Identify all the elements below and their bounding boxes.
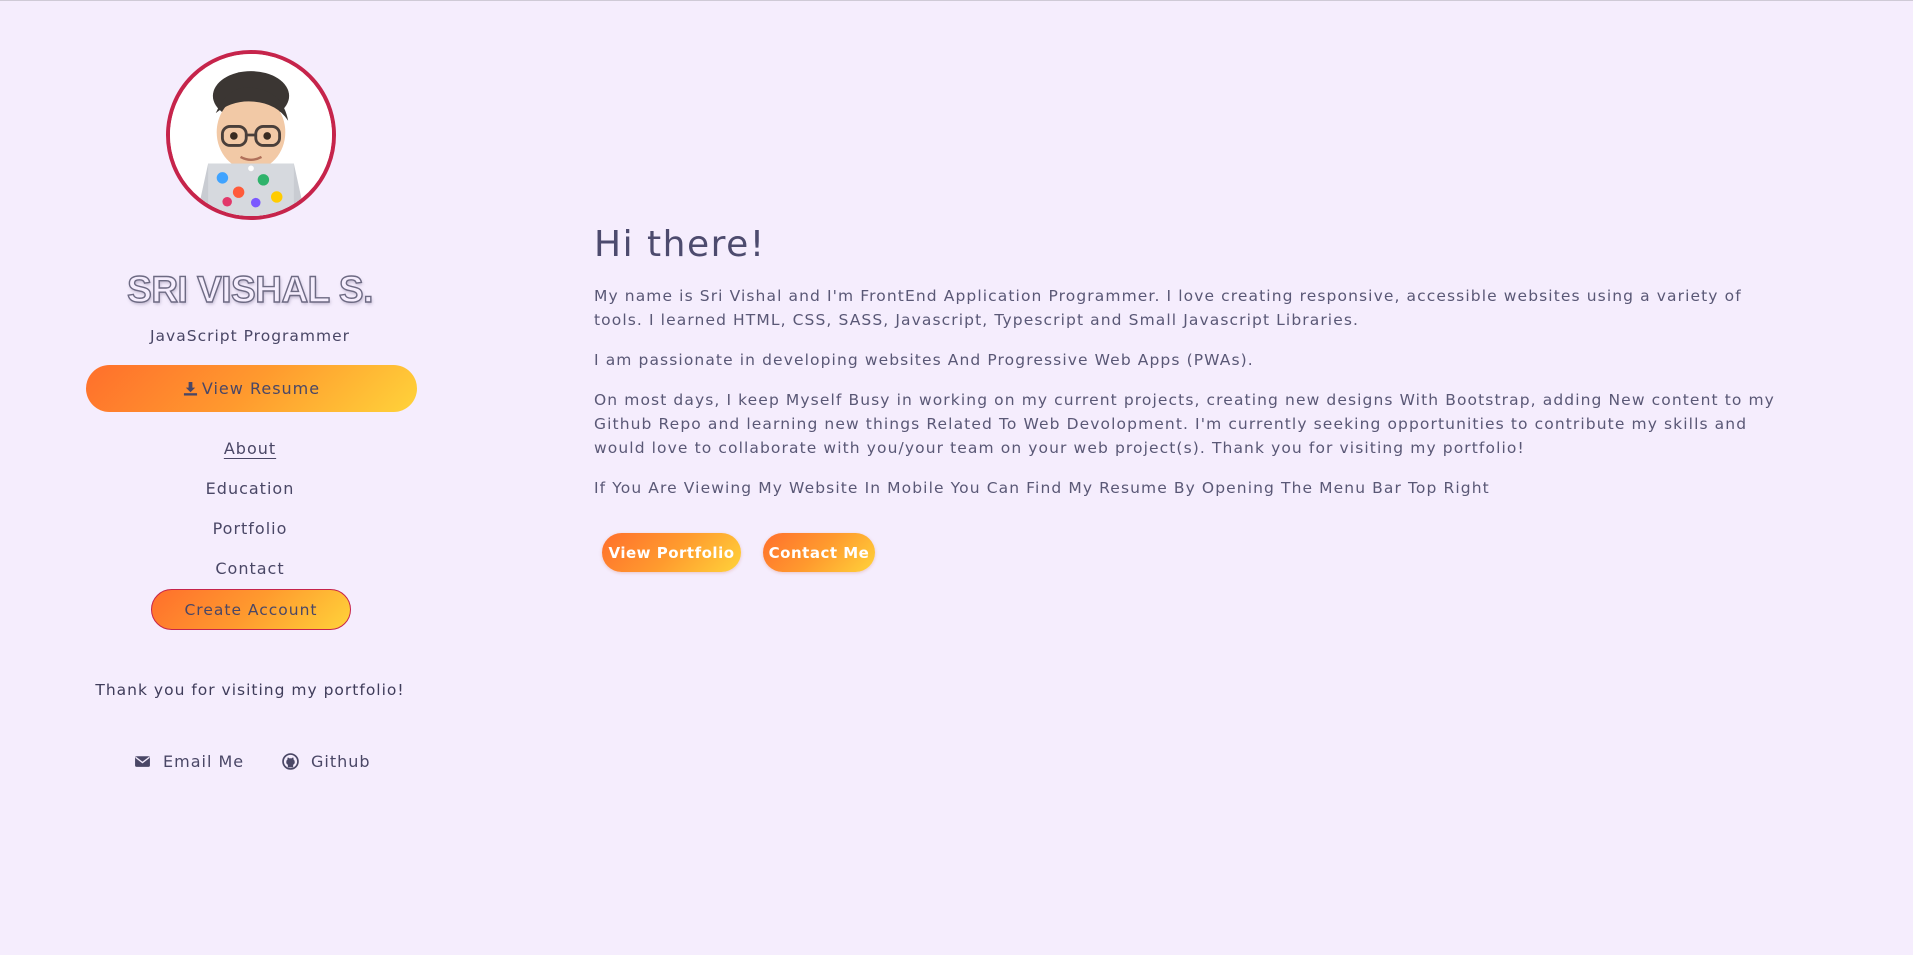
contact-me-button[interactable]: Contact Me: [763, 533, 875, 572]
profile-role: JavaScript Programmer: [149, 327, 351, 345]
view-resume-label: View Resume: [201, 379, 321, 398]
thanks-message: Thank you for visiting my portfolio!: [95, 681, 405, 699]
github-link[interactable]: Github: [282, 752, 371, 771]
avatar: [166, 50, 336, 220]
greeting-heading: Hi there!: [594, 224, 766, 265]
github-label: Github: [311, 752, 371, 771]
sidebar: SRI VISHAL S. JavaScript Programmer View…: [0, 1, 500, 955]
create-account-button[interactable]: Create Account: [151, 589, 351, 630]
daily-paragraph: On most days, I keep Myself Busy in work…: [594, 391, 1775, 457]
email-me-label: Email Me: [163, 752, 245, 771]
envelope-icon: [135, 756, 150, 767]
github-icon: [282, 753, 299, 770]
email-me-link[interactable]: Email Me: [134, 752, 244, 771]
nav-item-education: Education: [0, 479, 500, 498]
profile-name: SRI VISHAL S.: [126, 268, 374, 310]
intro-paragraph: My name is Sri Vishal and I'm FrontEnd A…: [594, 287, 1742, 329]
nav-link-portfolio[interactable]: Portfolio: [213, 519, 288, 538]
view-resume-button[interactable]: View Resume: [86, 365, 417, 412]
mobile-hint-paragraph: If You Are Viewing My Website In Mobile …: [594, 479, 1490, 497]
nav-link-about[interactable]: About: [224, 439, 276, 458]
view-portfolio-button[interactable]: View Portfolio: [602, 533, 741, 572]
nav-link-contact[interactable]: Contact: [215, 559, 284, 578]
nav-item-contact: Contact: [0, 559, 500, 578]
nav-item-portfolio: Portfolio: [0, 519, 500, 538]
memoji-avatar-image: [170, 54, 332, 216]
passion-paragraph: I am passionate in developing websites A…: [594, 351, 1254, 369]
download-icon: [183, 381, 197, 396]
nav-item-about: About: [0, 439, 500, 458]
nav-link-education[interactable]: Education: [206, 479, 295, 498]
